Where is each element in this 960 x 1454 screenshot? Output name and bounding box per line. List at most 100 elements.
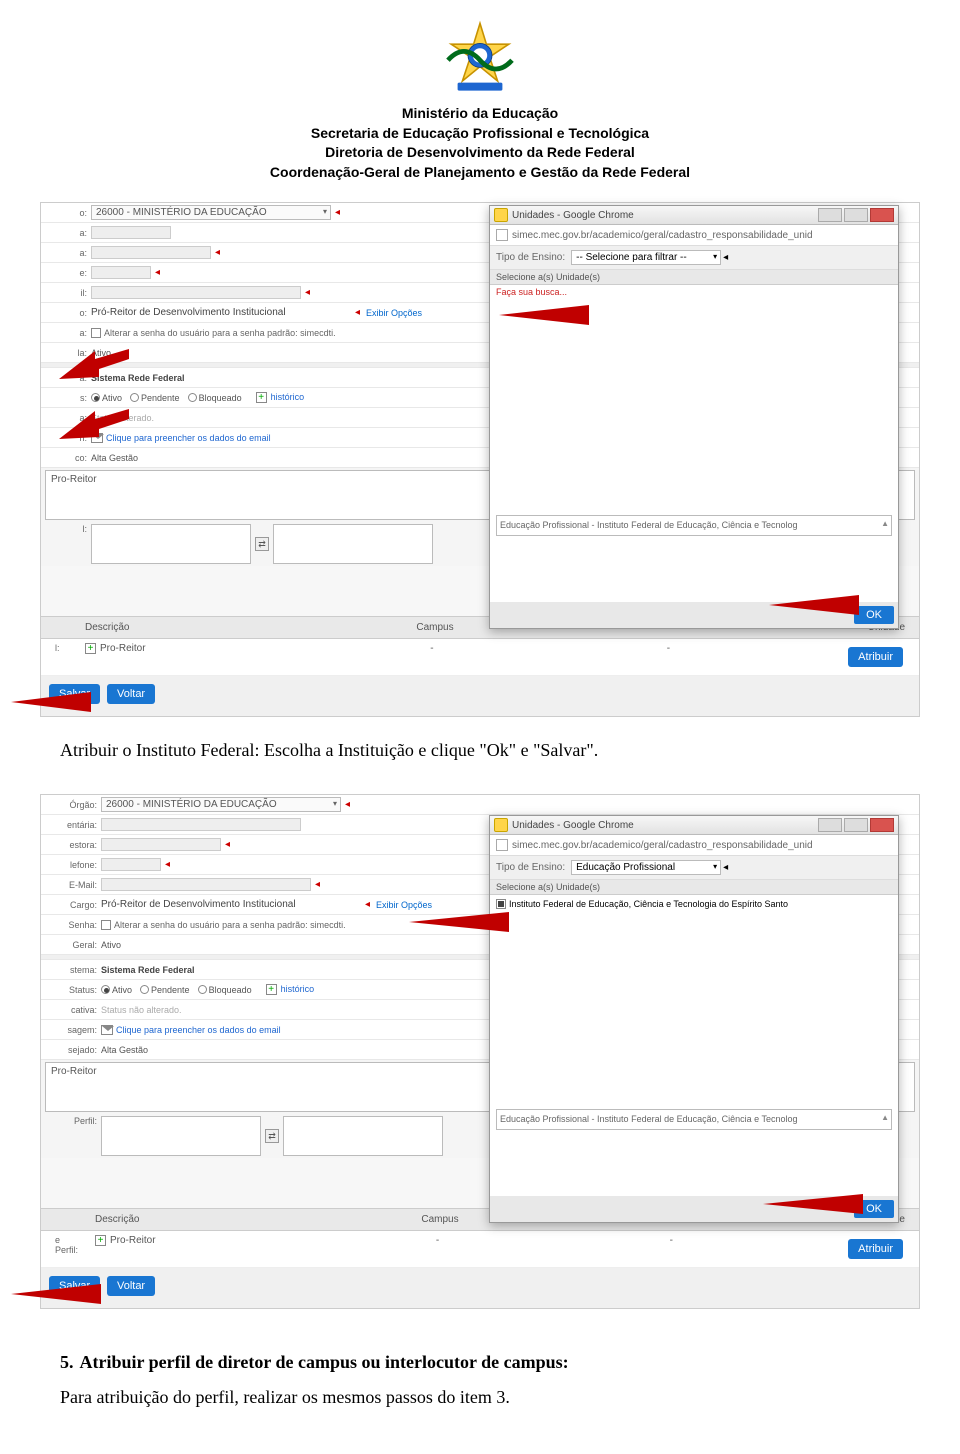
req-tipo: ◂ (723, 252, 728, 263)
col-descricao: Descrição (77, 620, 316, 635)
popup-titlebar: Unidades - Google Chrome (490, 206, 898, 225)
radio-pendente-2[interactable]: Pendente (140, 985, 190, 995)
pro-reitor-text: Pro-Reitor (51, 474, 97, 485)
row-label-l: l: (47, 641, 77, 673)
arrow-icon (763, 1193, 863, 1215)
label-o2: o: (45, 308, 91, 318)
popup-body (490, 299, 898, 509)
label-lefone: lefone: (45, 860, 101, 870)
step-5: 5.Atribuir perfil de diretor de campus o… (60, 1349, 900, 1411)
voltar-button[interactable]: Voltar (107, 684, 155, 704)
maximize-icon[interactable] (844, 208, 868, 222)
tipo-ensino-row: Tipo de Ensino: -- Selecione para filtra… (490, 246, 898, 270)
screenshot-2: Órgão:26000 - MINISTÉRIO DA EDUCAÇÃO◂ en… (40, 794, 920, 1309)
status-info-2: Status não alterado. (101, 1005, 182, 1015)
maximize-icon-2[interactable] (844, 818, 868, 832)
field-estora[interactable] (101, 838, 221, 851)
exibir-opcoes-link[interactable]: Exibir Opções (366, 308, 422, 318)
tipo-ensino-select[interactable]: -- Selecione para filtrar -- (571, 250, 721, 265)
radio-pendente[interactable]: Pendente (130, 393, 180, 403)
arrow-icon (59, 403, 129, 443)
field-a[interactable] (91, 226, 171, 239)
field-a2[interactable] (91, 246, 211, 259)
perfil-listbox-right[interactable] (273, 524, 433, 564)
ok-button[interactable]: OK (854, 606, 894, 624)
arrow-icon (499, 303, 589, 327)
popup-result-text: Educação Profissional - Instituto Federa… (500, 520, 798, 530)
exibir-opcoes-link-2[interactable]: Exibir Opções (376, 900, 432, 910)
popup-titlebar-2: Unidades - Google Chrome (490, 816, 898, 835)
atribuir-button-2[interactable]: Atribuir (848, 1239, 903, 1259)
table-row-2: e Perfil: +Pro-Reitor - - Atribuir (41, 1231, 919, 1268)
req-e: ◂ (155, 267, 160, 278)
alterar-senha-checkbox-2[interactable] (101, 920, 111, 930)
popup-url-bar-2: simec.mec.gov.br/academico/geral/cadastr… (490, 835, 898, 856)
atribuir-button[interactable]: Atribuir (848, 647, 903, 667)
arrow-icon (409, 911, 509, 933)
row-proreitor: Pro-Reitor (100, 644, 146, 655)
radio-bloqueado-label-2: Bloqueado (209, 985, 252, 995)
expand-icon-2[interactable]: + (95, 1235, 106, 1246)
field-e[interactable] (91, 266, 151, 279)
close-icon-2[interactable] (870, 818, 894, 832)
label-a3: a: (45, 328, 91, 338)
field-email[interactable] (101, 878, 311, 891)
historico-link-2[interactable]: histórico (281, 984, 315, 994)
popup-result-2: Educação Profissional - Instituto Federa… (496, 1109, 892, 1130)
clique-email-2[interactable]: Clique para preencher os dados do email (116, 1025, 281, 1035)
label-sejado: sejado: (45, 1045, 101, 1055)
instruction-text-1: Atribuir o Instituto Federal: Escolha a … (60, 737, 900, 764)
alterar-senha-checkbox[interactable] (91, 328, 101, 338)
label-a: a: (45, 228, 91, 238)
stema-value-2: Sistema Rede Federal (101, 965, 195, 975)
radio-pendente-label: Pendente (141, 393, 180, 403)
arrow-icon (11, 1284, 101, 1304)
req-orgao2: ◂ (345, 799, 350, 810)
expand-icon[interactable]: + (85, 643, 96, 654)
screenshot-1: o: 26000 - MINISTÉRIO DA EDUCAÇÃO ◂ a: a: ◂… (40, 202, 920, 717)
transfer-icon-2[interactable]: ⇄ (265, 1129, 279, 1143)
tipo-ensino-select-2[interactable]: Educação Profissional (571, 860, 721, 875)
req-cargo: ◂ (355, 307, 360, 318)
minimize-icon-2[interactable] (818, 818, 842, 832)
orgao-select[interactable]: 26000 - MINISTÉRIO DA EDUCAÇÃO (91, 205, 331, 220)
alterar-senha-label-2: Alterar a senha do usuário para a senha … (114, 920, 346, 930)
faca-busca-text[interactable]: Faça sua busca... (490, 285, 898, 299)
selecione-unidades-hdr-2: Selecione a(s) Unidade(s) (490, 880, 898, 895)
radio-ativo-label-2: Ativo (112, 985, 132, 995)
radio-bloqueado[interactable]: Bloqueado (188, 393, 242, 403)
minimize-icon[interactable] (818, 208, 842, 222)
radio-bloqueado-2[interactable]: Bloqueado (198, 985, 252, 995)
field-entaria[interactable] (101, 818, 301, 831)
cargo-value-2: Pró-Reitor de Desenvolvimento Institucio… (101, 899, 361, 910)
label-a2: a: (45, 248, 91, 258)
orgao-select-2[interactable]: 26000 - MINISTÉRIO DA EDUCAÇÃO (101, 797, 341, 812)
label-stema: stema: (45, 965, 101, 975)
unidade-checkbox[interactable] (496, 899, 506, 909)
field-il[interactable] (91, 286, 301, 299)
voltar-button-2[interactable]: Voltar (107, 1276, 155, 1296)
row-dash-2b: - (554, 1233, 788, 1265)
step-body: Para atribuição do perfil, realizar os m… (60, 1384, 900, 1411)
transfer-icon[interactable]: ⇄ (255, 537, 269, 551)
radio-ativo[interactable]: Ativo (91, 393, 122, 403)
perfil-listbox-left-2[interactable] (101, 1116, 261, 1156)
plus-icon: + (256, 392, 267, 403)
tipo-ensino-row-2: Tipo de Ensino: Educação Profissional ◂ (490, 856, 898, 880)
ativo-text-2: Ativo (101, 940, 121, 950)
clique-email[interactable]: Clique para preencher os dados do email (106, 433, 271, 443)
perfil-listbox-left[interactable] (91, 524, 251, 564)
close-icon[interactable] (870, 208, 894, 222)
arrow-icon (769, 593, 859, 617)
unidade-check-row[interactable]: Instituto Federal de Educação, Ciência e… (490, 895, 898, 913)
field-lefone[interactable] (101, 858, 161, 871)
radio-ativo-2[interactable]: Ativo (101, 985, 132, 995)
historico-link[interactable]: histórico (271, 392, 305, 402)
perfil-listbox-right-2[interactable] (283, 1116, 443, 1156)
label-il: il: (45, 288, 91, 298)
scroll-up-icon-2[interactable]: ▲ (881, 1112, 889, 1123)
header-line-3: Diretoria de Desenvolvimento da Rede Fed… (60, 143, 900, 163)
label-geral: Geral: (45, 940, 101, 950)
label-perfil-il: l: (45, 524, 91, 534)
scroll-up-icon[interactable]: ▲ (881, 518, 889, 529)
